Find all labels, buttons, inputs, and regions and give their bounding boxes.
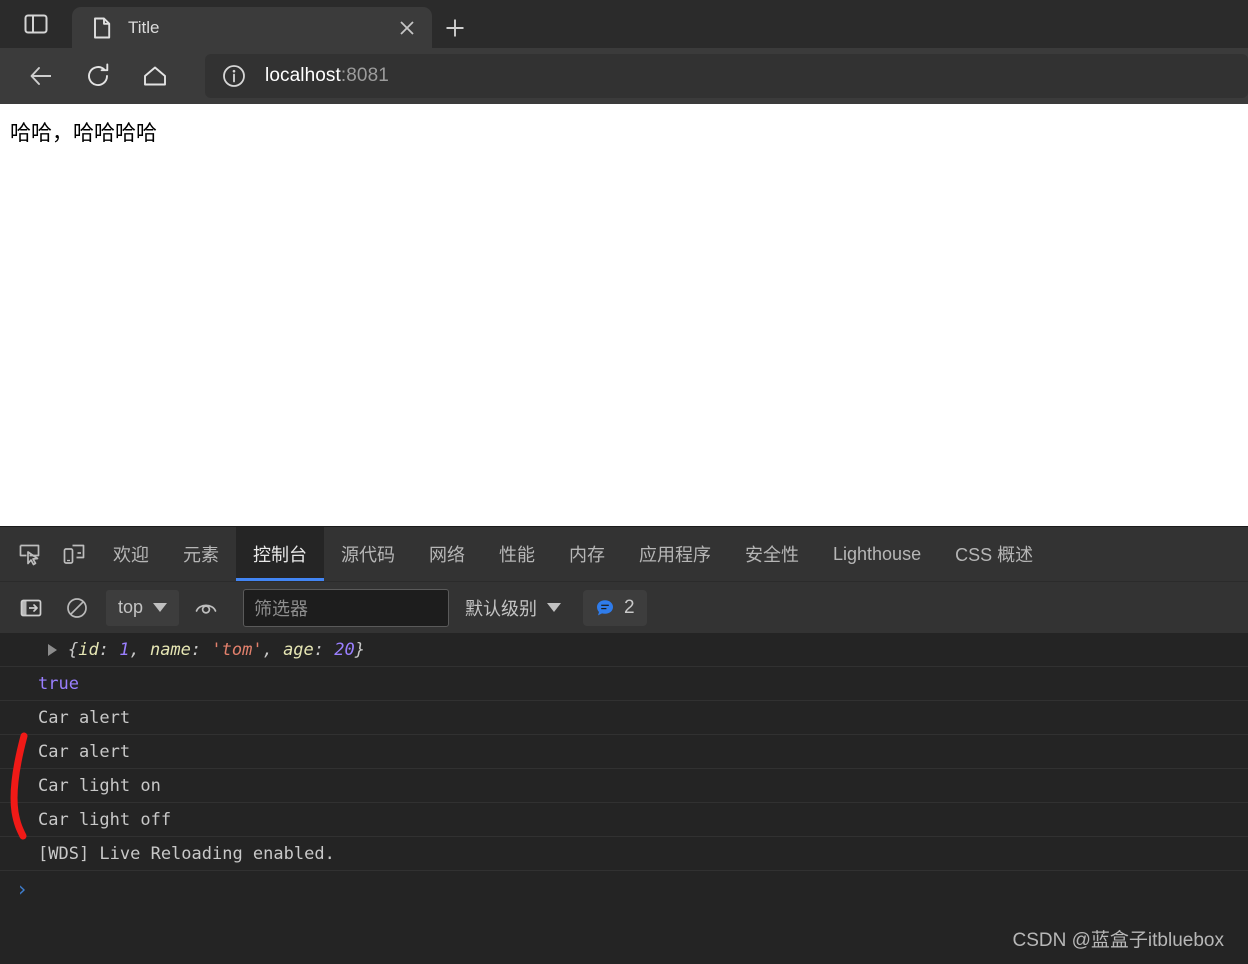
devtools-tab-label: 元素 — [183, 545, 219, 565]
console-toolbar: top 筛选器 默认级别 2 — [0, 581, 1248, 633]
page-body-text: 哈哈，哈哈哈哈 — [10, 121, 157, 145]
console-token: name — [149, 639, 191, 660]
log-level-label: 默认级别 — [465, 598, 538, 619]
console-object-preview: {id: 1, name: 'tom', age: 20} — [68, 640, 365, 660]
devtools-tab-lighthouse[interactable]: Lighthouse — [816, 527, 938, 581]
console-rows: {id: 1, name: 'tom', age: 20} true Car ale… — [0, 633, 1248, 871]
devtools-tab-label: 性能 — [499, 545, 535, 565]
message-bubble-icon — [595, 598, 615, 618]
document-page-icon — [90, 16, 114, 40]
chevron-down-icon — [547, 603, 562, 612]
page-viewport: 哈哈，哈哈哈哈 — [0, 104, 1248, 526]
reload-icon[interactable] — [75, 53, 121, 99]
browser-chrome: Title localhost:8081 — [0, 0, 1248, 104]
console-message-text: [WDS] Live Reloading enabled. — [38, 843, 335, 864]
devtools-tab-performance[interactable]: 性能 — [482, 527, 552, 581]
devtools-tab-sources[interactable]: 源代码 — [324, 527, 412, 581]
expand-triangle-icon[interactable] — [48, 643, 57, 656]
home-icon[interactable] — [132, 53, 178, 99]
watermark: CSDN @蓝盒子itbluebox — [1012, 930, 1224, 951]
devtools-tab-label: 应用程序 — [639, 545, 711, 565]
clear-console-icon[interactable] — [60, 591, 94, 625]
console-row[interactable]: Car light off — [0, 803, 1248, 837]
console-token: 'tom' — [211, 639, 263, 660]
console-token: age — [283, 639, 314, 660]
devtools-tab-label: 欢迎 — [113, 545, 149, 565]
address-port: :8081 — [340, 65, 389, 86]
inspect-element-icon[interactable] — [8, 527, 52, 581]
console-filter-placeholder: 筛选器 — [254, 598, 309, 619]
browser-tab[interactable]: Title — [72, 7, 432, 48]
devtools-tab-network[interactable]: 网络 — [412, 527, 482, 581]
message-count-value: 2 — [624, 596, 635, 618]
devtools-tab-bar: 欢迎 元素 控制台 源代码 网络 性能 内存 应用程序 安全性 Lighthouse CSS 概述 — [0, 527, 1248, 581]
screenshot-root: Title localhost:8081 哈哈，哈哈哈哈 欢迎 元素 控制台 源… — [0, 0, 1248, 964]
devtools-tab-label: CSS 概述 — [955, 545, 1034, 565]
devtools-tabs-container: 欢迎 元素 控制台 源代码 网络 性能 内存 应用程序 安全性 Lighthouse CSS 概述 — [96, 527, 1050, 581]
devtools-tab-css-overview[interactable]: CSS 概述 — [938, 527, 1050, 581]
tab-strip: Title — [0, 0, 1248, 48]
address-bar[interactable]: localhost:8081 — [205, 54, 1248, 98]
console-token: : — [98, 639, 120, 660]
plus-icon[interactable] — [432, 7, 478, 48]
devtools-tab-label: 网络 — [429, 545, 465, 565]
console-input-prompt[interactable]: › — [0, 871, 1248, 907]
console-message-list[interactable]: {id: 1, name: 'tom', age: 20} true Car ale… — [0, 633, 1248, 964]
console-message-text: Car light on — [38, 775, 161, 796]
console-token: 1 — [119, 639, 130, 660]
info-circle-icon[interactable] — [221, 63, 247, 89]
navigation-toolbar: localhost:8081 — [0, 48, 1248, 104]
console-row[interactable]: [WDS] Live Reloading enabled. — [0, 837, 1248, 871]
console-token: : — [313, 639, 335, 660]
console-message-text: Car alert — [38, 707, 131, 728]
device-toolbar-icon[interactable] — [52, 527, 96, 581]
console-token: id — [78, 639, 99, 660]
execution-context-dropdown[interactable]: top — [106, 589, 180, 626]
console-sidebar-toggle-icon[interactable] — [14, 591, 48, 625]
arrow-left-icon[interactable] — [18, 53, 64, 99]
console-token: 20 — [334, 639, 355, 660]
chevron-right-icon: › — [16, 877, 29, 901]
devtools-tab-memory[interactable]: 内存 — [552, 527, 622, 581]
live-expression-eye-icon[interactable] — [189, 591, 223, 625]
execution-context-value: top — [118, 597, 144, 617]
close-icon[interactable] — [394, 15, 420, 41]
devtools-tab-label: Lighthouse — [833, 543, 922, 564]
console-row[interactable]: Car alert — [0, 701, 1248, 735]
console-token: } — [354, 639, 365, 660]
devtools-tab-console[interactable]: 控制台 — [236, 527, 324, 581]
address-host: localhost — [265, 65, 341, 86]
tab-title: Title — [128, 17, 160, 37]
console-message-text: true — [38, 673, 79, 694]
console-filter-input[interactable]: 筛选器 — [243, 588, 450, 627]
devtools-tab-label: 安全性 — [745, 545, 799, 565]
console-row[interactable]: {id: 1, name: 'tom', age: 20} — [0, 633, 1248, 667]
console-message-text: Car light off — [38, 809, 172, 830]
console-token: : — [190, 639, 212, 660]
console-token: , — [129, 639, 150, 660]
address-bar-url: localhost:8081 — [265, 65, 389, 87]
console-token: , — [262, 639, 284, 660]
devtools-tab-label: 控制台 — [253, 545, 307, 565]
sidebar-panel-icon[interactable] — [0, 0, 72, 48]
devtools-tab-label: 源代码 — [341, 545, 395, 565]
message-count-badge[interactable]: 2 — [583, 589, 647, 626]
console-row[interactable]: true — [0, 667, 1248, 701]
console-row[interactable]: Car alert — [0, 735, 1248, 769]
chevron-down-icon — [153, 603, 168, 612]
console-message-text: Car alert — [38, 741, 131, 762]
devtools-tab-label: 内存 — [569, 545, 605, 565]
devtools-panel: 欢迎 元素 控制台 源代码 网络 性能 内存 应用程序 安全性 Lighthouse CSS 概述 … — [0, 526, 1248, 964]
devtools-tab-welcome[interactable]: 欢迎 — [96, 527, 166, 581]
log-level-dropdown[interactable]: 默认级别 — [465, 595, 562, 621]
console-row[interactable]: Car light on — [0, 769, 1248, 803]
devtools-tab-application[interactable]: 应用程序 — [622, 527, 728, 581]
devtools-tab-elements[interactable]: 元素 — [166, 527, 236, 581]
devtools-tab-security[interactable]: 安全性 — [728, 527, 816, 581]
console-token: { — [68, 639, 79, 660]
